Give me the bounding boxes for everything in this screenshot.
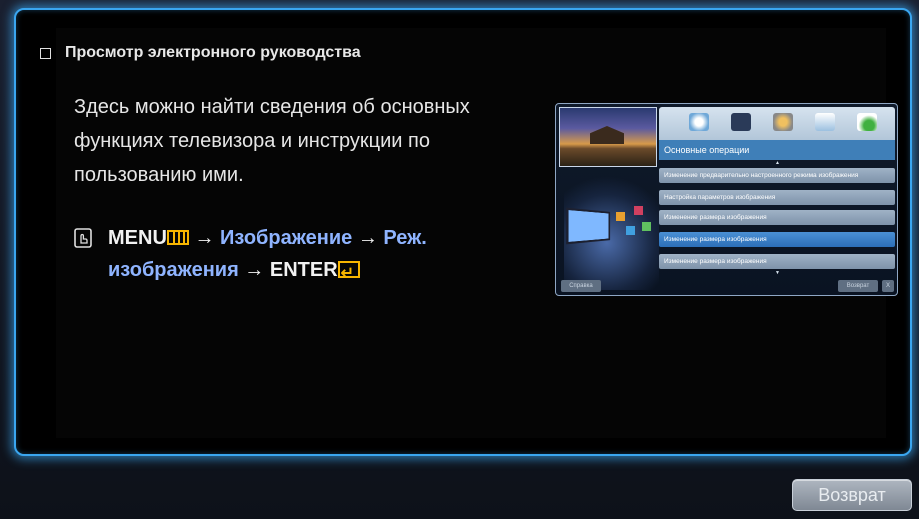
menu-path: MENU → Изображение → Реж. изображения → …	[108, 222, 427, 290]
close-button[interactable]: X	[882, 280, 894, 292]
thumbnail-item[interactable]: Настройка параметров изображения	[659, 190, 895, 205]
path-arrow: →	[194, 227, 215, 249]
checkbox-bullet-icon	[40, 47, 51, 59]
basic-ops-icon[interactable]	[689, 113, 709, 131]
media-cube-icon	[642, 222, 651, 231]
emanual-thumbnail[interactable]: Основные операции ▲ Изменение предварите…	[555, 103, 898, 296]
connect-icon[interactable]	[815, 113, 835, 131]
remote-hand-icon	[74, 228, 92, 248]
menu-button-icon	[166, 230, 189, 245]
path-step-mode-b[interactable]: изображения	[108, 259, 239, 281]
thumbnail-item[interactable]: Изменение размера изображения	[659, 210, 895, 225]
path-arrow: →	[244, 259, 265, 281]
thumbnail-item-selected[interactable]: Изменение размера изображения	[659, 232, 895, 247]
enter-button-icon	[337, 258, 360, 290]
scroll-up-icon: ▲	[775, 160, 780, 166]
picture-icon[interactable]	[731, 113, 751, 131]
description-text: Здесь можно найти сведения об основных ф…	[74, 96, 470, 186]
path-step-picture[interactable]: Изображение	[220, 227, 352, 249]
enter-label: ENTER	[269, 259, 338, 281]
landscape-photo	[559, 107, 657, 167]
menu-path-note: MENU → Изображение → Реж. изображения → …	[74, 222, 514, 290]
screen: Просмотр электронного руководства Здесь …	[0, 0, 919, 519]
media-cube-icon	[616, 212, 625, 221]
media-cube-icon	[626, 226, 635, 235]
media-cube-icon	[634, 206, 643, 215]
info-icon[interactable]	[857, 113, 877, 131]
path-arrow: →	[357, 227, 378, 249]
help-button[interactable]: Справка	[561, 280, 601, 292]
settings-icon[interactable]	[773, 113, 793, 131]
path-step-mode-a[interactable]: Реж.	[383, 227, 426, 249]
thumbnail-title: Основные операции	[659, 140, 895, 160]
category-icons	[689, 113, 877, 131]
heading-text: Просмотр электронного руководства	[65, 44, 361, 61]
thumbnail-item[interactable]: Изменение размера изображения	[659, 254, 895, 269]
section-heading: Просмотр электронного руководства	[40, 44, 361, 62]
menu-label: MENU	[108, 227, 167, 249]
tv-media-illustration	[564, 172, 659, 290]
thumbnail-item[interactable]: Изменение предварительно настроенного ре…	[659, 168, 895, 183]
scroll-down-icon: ▼	[775, 270, 780, 276]
thumbnail-return-button[interactable]: Возврат	[838, 280, 878, 292]
tv-icon	[566, 207, 611, 245]
return-button[interactable]: Возврат	[792, 479, 912, 511]
barn-silhouette	[590, 126, 624, 144]
